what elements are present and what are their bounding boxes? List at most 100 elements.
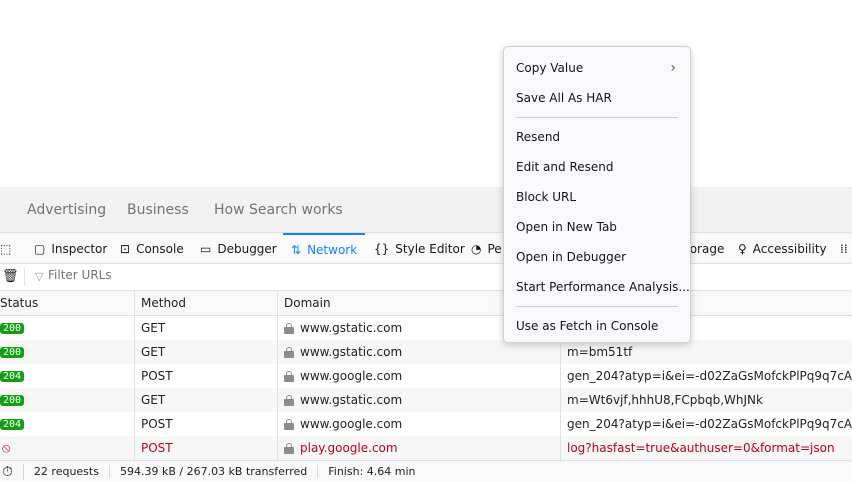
menu-item-label: Edit and Resend [516,160,614,174]
menu-separator [516,306,678,307]
network-icon: ⇅ [291,242,302,257]
menu-item-save-all-as-har[interactable]: Save All As HAR [504,83,690,113]
blocked-icon: ⦸ [2,440,11,456]
menu-item-label: Save All As HAR [516,91,612,105]
inspector-icon: ▢ [34,241,46,256]
tab-performance[interactable]: ◔ Pe [471,233,502,264]
tab-label: Accessibility [752,241,827,256]
status-badge: 200 [0,322,25,334]
menu-item-use-as-fetch-in-console[interactable]: Use as Fetch in Console [504,311,690,341]
method-cell: GET [134,316,277,340]
braces-icon: {} [374,241,390,256]
grid-icon: ⁞⁞ [840,241,848,256]
lock-icon [284,322,294,334]
menu-item-label: Open in Debugger [516,250,627,264]
status-badge: 200 [0,346,25,358]
file-cell: gen_204?atyp=i&ei=-d02ZaGsMofckPlPq9q7cA… [560,412,852,436]
lock-icon [284,370,294,382]
menu-item-resend[interactable]: Resend [504,122,690,152]
table-row[interactable]: 200 GET www.gstatic.com [0,316,852,340]
domain-cell: www.gstatic.com [300,393,403,407]
method-cell: GET [134,388,277,412]
divider [24,268,25,286]
picker-icon: ⬚ [0,241,12,256]
menu-item-label: Open in New Tab [516,220,617,234]
file-cell: m=Wt6vjf,hhhU8,FCpbqb,WhJNk [560,388,852,412]
element-picker-button[interactable]: ⬚ [0,233,11,264]
menu-item-open-in-debugger[interactable]: Open in Debugger [504,242,690,272]
stopwatch-icon: ⏱ [0,463,24,480]
file-cell: log?hasfast=true&authuser=0&format=json [560,436,852,460]
request-list: 200 GET www.gstatic.com 200 GET www.gsta… [0,316,852,460]
menu-item-label: Resend [516,130,561,144]
tab-label: Debugger [217,241,277,256]
lock-icon [284,394,294,406]
table-row[interactable]: 200 GET www.gstatic.com m=bm51tf [0,340,852,364]
business-link[interactable]: Business [127,202,189,218]
status-badge: 200 [0,394,25,406]
devtools-toolbar: ⬚ ▢ Inspector ⊡ Console ▭ Debugger ⇅ Network… [0,232,852,264]
lock-icon [284,442,294,454]
table-row[interactable]: 204 POST www.google.com gen_204?atyp=i&e… [0,364,852,388]
menu-item-label: Copy Value [516,61,584,75]
transfer-size: 594.39 kB / 267.03 kB transferred [110,465,319,478]
table-row[interactable]: 200 GET www.gstatic.com m=Wt6vjf,hhhU8,F… [0,388,852,412]
console-icon: ⊡ [120,241,131,256]
google-footer: Advertising Business How Search works [0,187,852,232]
status-badge: 204 [0,370,25,382]
table-row[interactable]: ⦸ POST play.google.com log?hasfast=true&… [0,436,852,460]
tab-inspector[interactable]: ▢ Inspector [34,233,107,264]
column-method[interactable]: Method [134,291,277,315]
chevron-right-icon: › [670,60,676,76]
menu-item-open-in-new-tab[interactable]: Open in New Tab [504,212,690,242]
status-bar: ⏱ 22 requests 594.39 kB / 267.03 kB tran… [0,460,852,482]
table-row[interactable]: 204 POST www.google.com gen_204?atyp=i&e… [0,412,852,436]
tab-label: Style Editor [395,241,465,256]
advertising-link[interactable]: Advertising [27,202,106,218]
filter-urls-input[interactable] [48,268,448,282]
context-menu: Copy Value › Save All As HAR Resend Edit and… [503,46,691,343]
menu-item-label: Start Performance Analysis... [516,280,690,294]
domain-cell: www.gstatic.com [300,345,403,359]
method-cell: POST [134,364,277,388]
menu-item-label: Block URL [516,190,577,204]
how-search-works-link[interactable]: How Search works [214,202,343,218]
tab-label: Pe [487,241,502,256]
tab-accessibility[interactable]: ♀ Accessibility [738,233,827,264]
domain-cell: www.google.com [300,369,403,383]
tab-style-editor[interactable]: {} Style Editor [374,233,465,264]
tab-network[interactable]: ⇅ Network [283,233,366,264]
tab-label: Inspector [51,241,108,256]
performance-icon: ◔ [471,241,482,256]
filter-icon: ▽ [35,270,44,283]
lock-icon [284,346,294,358]
tab-debugger[interactable]: ▭ Debugger [200,233,277,264]
lock-icon [284,418,294,430]
request-count: 22 requests [24,465,110,478]
finish-time: Finish: 4.64 min [328,465,416,478]
filter-bar: 🗑 ▽ [0,264,852,291]
column-status[interactable]: Status [0,291,134,315]
tab-console[interactable]: ⊡ Console [120,233,184,264]
table-header: Status Method Domain [0,291,852,316]
menu-item-start-performance-analysis[interactable]: Start Performance Analysis... [504,272,690,302]
accessibility-icon: ♀ [738,241,747,256]
debugger-icon: ▭ [200,241,212,256]
menu-item-edit-and-resend[interactable]: Edit and Resend [504,152,690,182]
tab-label: Console [136,241,184,256]
method-cell: POST [134,436,277,460]
menu-item-block-url[interactable]: Block URL [504,182,690,212]
trash-icon[interactable]: 🗑 [2,269,19,284]
menu-separator [516,117,678,118]
tab-label: Network [307,242,358,257]
file-cell: gen_204?atyp=i&ei=-d02ZaGsMofckPlPq9q7cA… [560,364,852,388]
menu-item-copy-value[interactable]: Copy Value › [504,53,690,83]
method-cell: POST [134,412,277,436]
domain-cell: www.google.com [300,417,403,431]
file-cell: m=bm51tf [560,340,852,364]
status-badge: 204 [0,418,25,430]
tab-more[interactable]: ⁞⁞ [840,233,848,264]
domain-cell: play.google.com [300,441,398,455]
method-cell: GET [134,340,277,364]
menu-item-label: Use as Fetch in Console [516,319,659,333]
